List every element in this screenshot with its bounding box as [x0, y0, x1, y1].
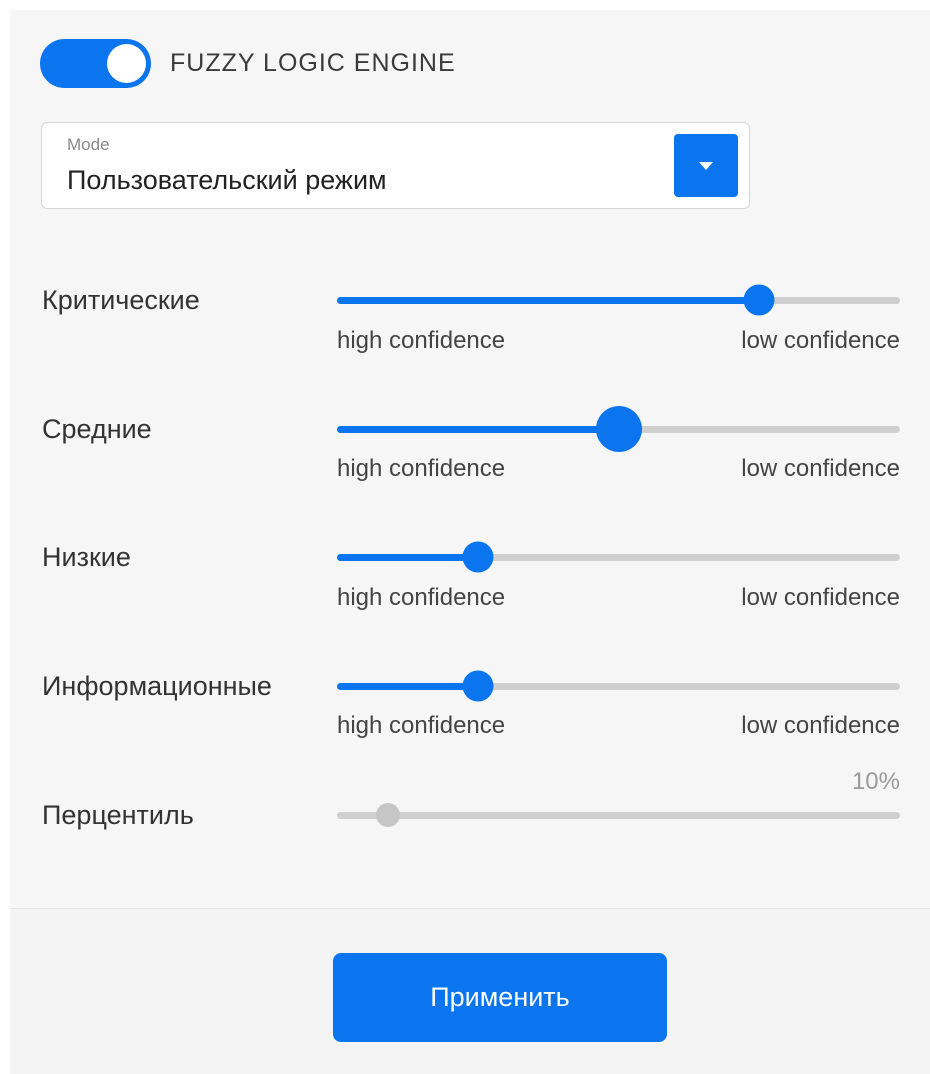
slider-thumb[interactable] — [462, 541, 494, 573]
slider-label-info: Информационные — [42, 671, 272, 701]
slider-max-label: low confidence — [741, 455, 900, 482]
slider-min-label: high confidence — [337, 327, 506, 354]
slider-medium[interactable] — [337, 406, 900, 452]
panel-footer: Применить — [10, 908, 930, 1074]
slider-fill — [337, 297, 760, 304]
mode-caption: Mode — [67, 135, 110, 154]
engine-toggle-label: FUZZY LOGIC ENGINE — [170, 49, 456, 77]
slider-critical[interactable] — [337, 282, 900, 318]
slider-fill — [337, 683, 478, 690]
slider-fill — [337, 426, 619, 433]
apply-button[interactable]: Применить — [333, 953, 667, 1042]
slider-thumb[interactable] — [462, 670, 494, 702]
percentile-label: Перцентиль — [42, 800, 194, 830]
slider-thumb[interactable] — [595, 406, 642, 452]
fuzzy-settings-panel: FUZZY LOGIC ENGINE Mode Пользовательский… — [10, 10, 930, 1074]
slider-info[interactable] — [337, 668, 900, 704]
percentile-value: 10% — [851, 768, 900, 795]
panel-body: FUZZY LOGIC ENGINE Mode Пользовательский… — [10, 10, 930, 908]
slider-thumb[interactable] — [743, 284, 775, 316]
slider-label-medium: Средние — [42, 414, 152, 444]
engine-toggle[interactable] — [40, 39, 151, 88]
slider-label-critical: Критические — [42, 285, 200, 315]
slider-thumb[interactable] — [375, 803, 400, 827]
slider-low[interactable] — [337, 539, 900, 575]
slider-min-label: high confidence — [337, 584, 506, 611]
slider-max-label: low confidence — [741, 712, 900, 739]
slider-track — [337, 812, 900, 819]
slider-label-low: Низкие — [42, 542, 131, 572]
mode-select[interactable]: Mode Пользовательский режим — [41, 122, 750, 209]
slider-fill — [337, 554, 478, 561]
toggle-knob — [107, 44, 146, 83]
caret-down-icon[interactable] — [674, 134, 738, 197]
slider-min-label: high confidence — [337, 455, 506, 482]
slider-min-label: high confidence — [337, 712, 506, 739]
mode-value: Пользовательский режим — [67, 165, 387, 195]
slider-max-label: low confidence — [741, 584, 900, 611]
slider-max-label: low confidence — [741, 327, 900, 354]
percentile-slider[interactable] — [337, 797, 900, 833]
